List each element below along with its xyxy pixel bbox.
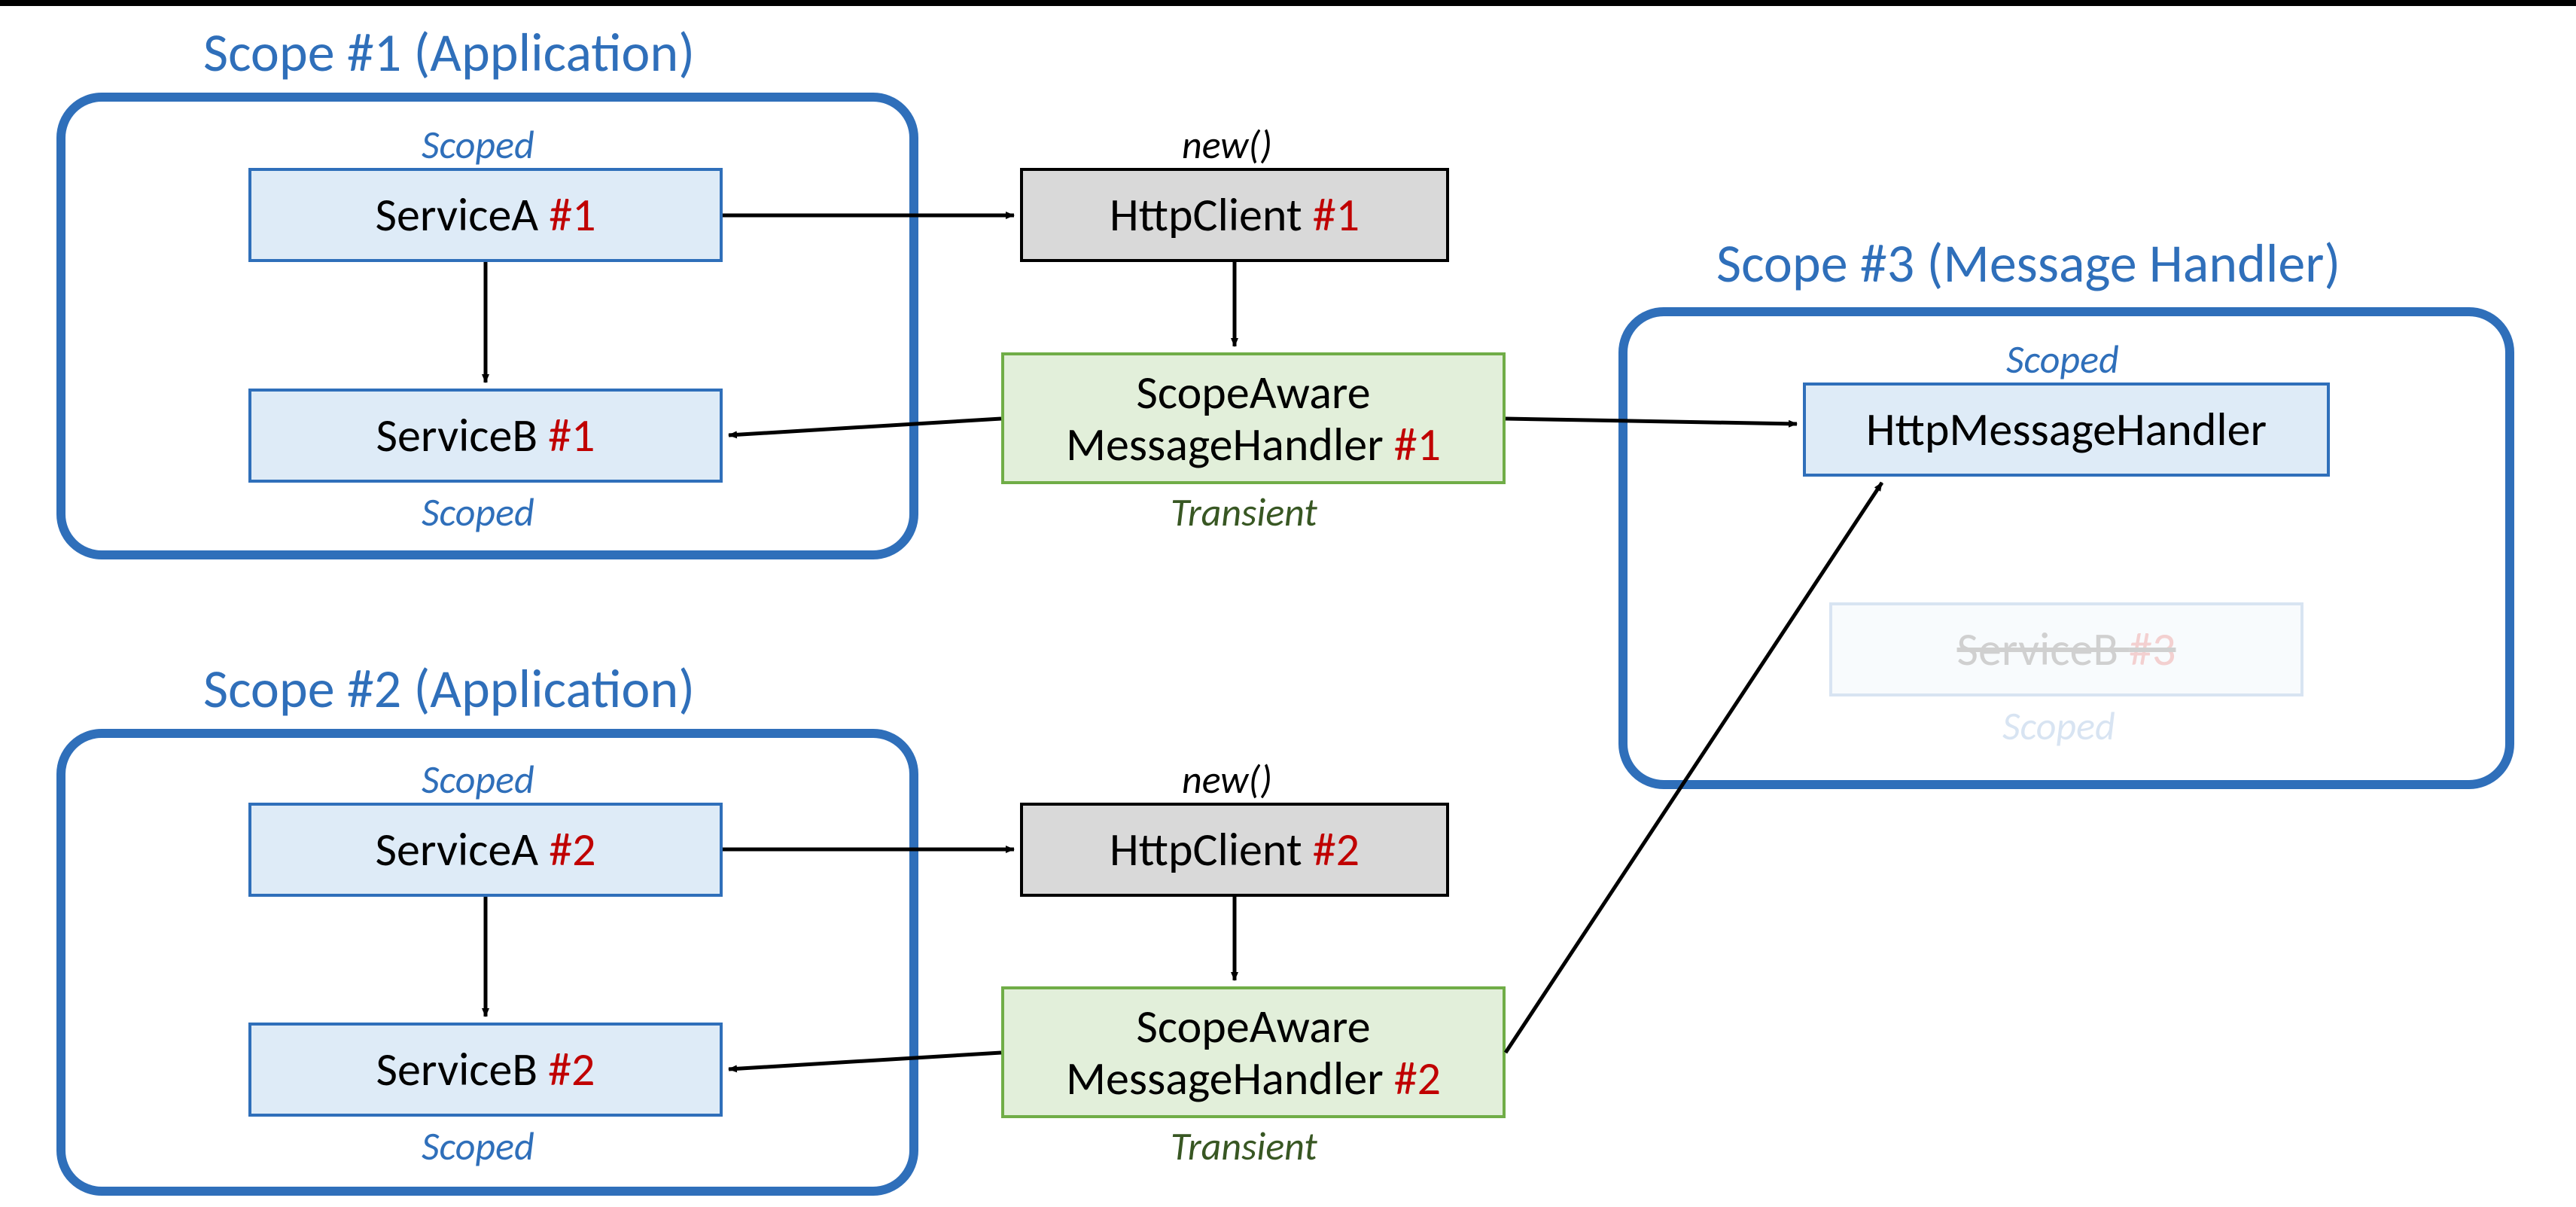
scope2-httpclient: HttpClient #2 bbox=[1020, 803, 1449, 897]
scope2-httpclient-name: HttpClient bbox=[1110, 821, 1313, 878]
scope3-service-b-name: ServiceB bbox=[1957, 620, 2130, 678]
scope2-httpclient-instance: #2 bbox=[1313, 821, 1360, 878]
scope3-service-b-instance: #3 bbox=[2129, 620, 2176, 678]
scope2-service-a-lifestyle: Scoped bbox=[422, 755, 534, 803]
scope1-scopeaware-handler: ScopeAware MessageHandler #1 bbox=[1001, 352, 1506, 484]
scope1-handler-line2a: MessageHandler bbox=[1066, 416, 1394, 473]
scope2-scopeaware-handler: ScopeAware MessageHandler #2 bbox=[1001, 986, 1506, 1118]
scope1-handler-lifestyle: Transient bbox=[1171, 488, 1317, 536]
scope2-service-a-name: ServiceA bbox=[375, 821, 549, 878]
scope2-service-a: ServiceA #2 bbox=[248, 803, 723, 897]
scope2-handler-line2a: MessageHandler bbox=[1066, 1050, 1394, 1107]
scope1-httpclient-name: HttpClient bbox=[1110, 186, 1313, 243]
scope2-service-b-lifestyle: Scoped bbox=[422, 1122, 534, 1170]
scope1-service-b-instance: #1 bbox=[548, 407, 595, 464]
scope1-handler-line1: ScopeAware bbox=[1136, 364, 1370, 421]
scope-3-title: Scope #3 (Message Handler) bbox=[1716, 230, 2340, 297]
scope2-service-a-instance: #2 bbox=[549, 821, 595, 878]
scope1-httpclient-instance: #1 bbox=[1313, 186, 1360, 243]
scope2-httpclient-creator: new() bbox=[1182, 755, 1272, 803]
scope1-service-b-lifestyle: Scoped bbox=[422, 488, 534, 536]
scope1-service-a-lifestyle: Scoped bbox=[422, 120, 534, 169]
scope3-service-b-faded: ServiceB #3 bbox=[1829, 602, 2303, 696]
scope1-service-b: ServiceB #1 bbox=[248, 389, 723, 483]
scope1-service-b-name: ServiceB bbox=[376, 407, 549, 464]
scope1-httpclient: HttpClient #1 bbox=[1020, 168, 1449, 262]
scope2-service-b: ServiceB #2 bbox=[248, 1023, 723, 1117]
scope1-service-a-name: ServiceA bbox=[375, 186, 549, 243]
diagram-canvas: Scope #1 (Application) Scope #2 (Applica… bbox=[0, 0, 2576, 1207]
scope1-httpclient-creator: new() bbox=[1182, 120, 1272, 169]
scope3-service-b-lifestyle: Scoped bbox=[2002, 702, 2115, 750]
scope2-handler-lifestyle: Transient bbox=[1171, 1122, 1317, 1170]
scope1-service-a: ServiceA #1 bbox=[248, 168, 723, 262]
scope2-handler-line2b: #2 bbox=[1394, 1050, 1441, 1107]
scope3-httpmessagehandler: HttpMessageHandler bbox=[1803, 383, 2330, 477]
scope2-service-b-name: ServiceB bbox=[376, 1041, 549, 1098]
scope3-httpmessagehandler-name: HttpMessageHandler bbox=[1866, 404, 2267, 455]
scope-2-title: Scope #2 (Application) bbox=[203, 656, 695, 722]
scope3-httpmessagehandler-lifestyle: Scoped bbox=[2006, 335, 2119, 383]
scope2-service-b-instance: #2 bbox=[548, 1041, 595, 1098]
scope1-service-a-instance: #1 bbox=[549, 186, 595, 243]
scope1-handler-line2b: #1 bbox=[1394, 416, 1441, 473]
scope2-handler-line1: ScopeAware bbox=[1136, 998, 1370, 1055]
scope-1-title: Scope #1 (Application) bbox=[203, 20, 695, 86]
